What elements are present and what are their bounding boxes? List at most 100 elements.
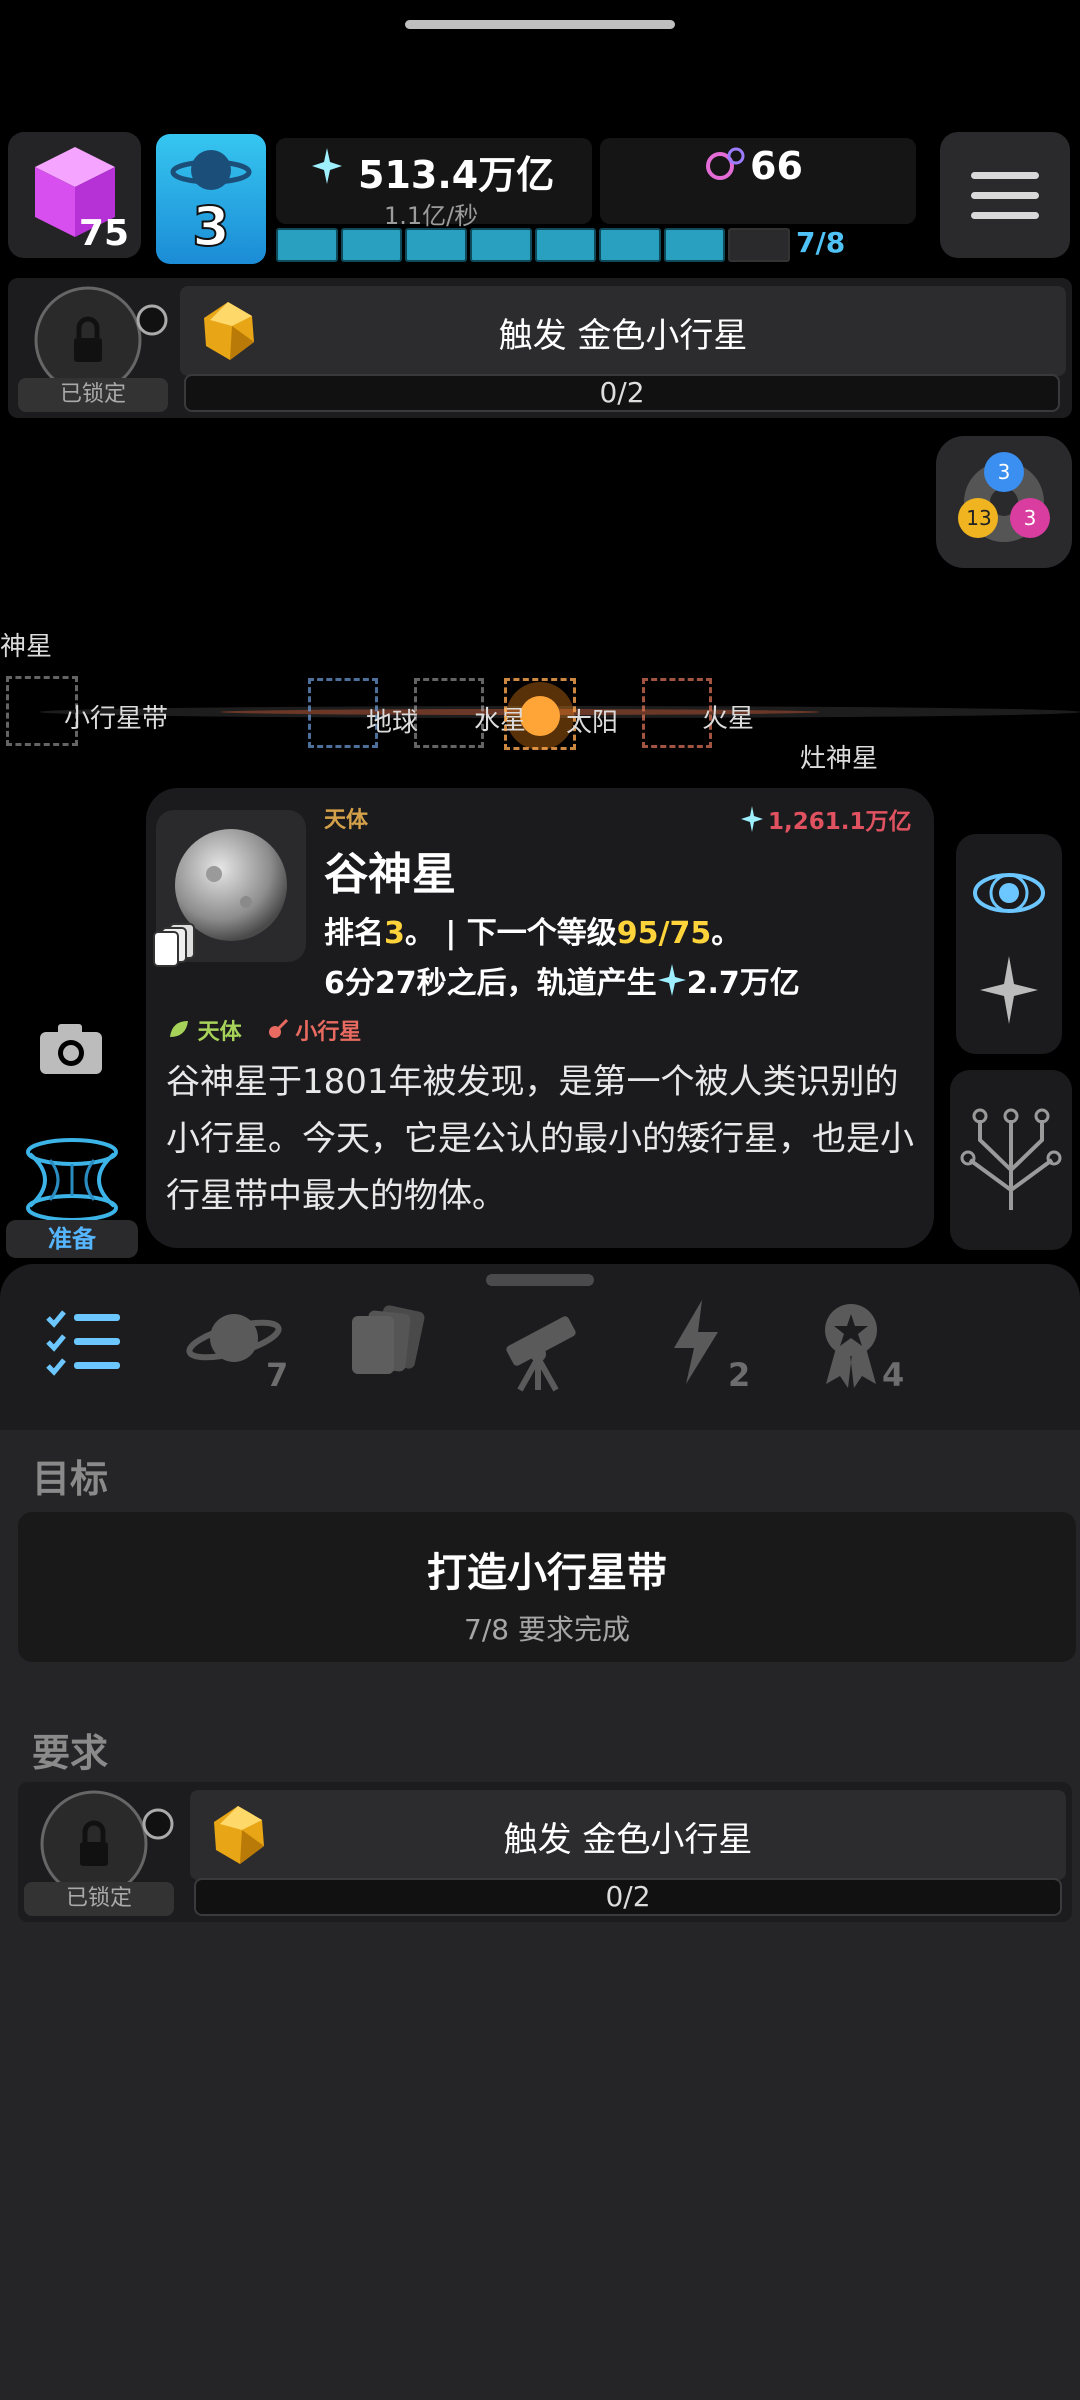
orbit-stat[interactable]: 66 [600,138,916,224]
leaf-icon [170,1021,188,1037]
requirement-label: 触发 金色小行星 [503,1820,753,1860]
rank-value: 3 [384,916,405,951]
camera-button[interactable] [38,1020,104,1076]
wormhole-button[interactable]: 准备 [6,1138,138,1258]
planet-level-button[interactable]: 3 [156,134,266,264]
celestial-info-card: 天体 1,261.1万亿 谷神星 排名3。 | 下一个等级95/75。 6分27… [146,788,934,1248]
rank-prefix: 排名 [324,916,384,951]
celestial-type-tag: 天体 [324,808,369,833]
category-badges: 天体 小行星 [168,1014,361,1046]
progress-segment [663,228,726,262]
awards-count: 4 [882,1356,905,1394]
ceres-edge-label: 神星 [0,632,53,662]
goal-title: 打造小行星带 [427,1550,667,1596]
gem-count-gold: 13 [966,506,992,530]
award-icon [825,1304,877,1388]
requirement-progress: 0/2 [184,374,1060,412]
orbit-line-value: 2.7万亿 [686,966,800,1001]
progress-segment [728,228,790,262]
locked-planet-icon [34,286,168,392]
right-tools-panel [956,834,1062,1054]
gem-combo-button[interactable]: 3 13 3 [936,436,1072,568]
locked-tag: 已锁定 [18,378,168,412]
camera-icon [40,1024,102,1074]
requirement-progress: 0/2 [194,1878,1062,1916]
orbit-view-icon [973,873,1045,913]
ceres-thumbnail[interactable] [153,810,306,967]
orbit-value: 66 [750,144,803,188]
sun-label[interactable]: 太阳 [566,702,618,739]
earth-label[interactable]: 地球 [366,702,418,739]
ready-label: 准备 [6,1220,138,1258]
sparkle-icon [657,964,686,996]
celestial-value-text: 1,261.1万亿 [768,809,912,835]
cube-resource[interactable]: 75 [8,132,141,258]
rank-separator: 。 | 下一个等级 [404,916,617,951]
menu-icon-line [971,212,1039,219]
sparkle-icon [741,806,763,832]
cube-count: 75 [78,213,129,254]
badge-asteroid: 小行星 [268,1014,362,1046]
cards-icon [153,923,195,967]
rank-end: 。 [711,916,742,951]
level-progress-bar [276,228,790,262]
top-requirement-row[interactable]: 已锁定 触发 金色小行星 0/2 [8,278,1072,418]
progress-count: 7/8 [796,226,846,259]
tab-cards[interactable] [348,1304,432,1380]
tech-tree-button[interactable] [950,1070,1072,1250]
requirements-section-title: 要求 [32,1731,109,1775]
energy-count: 2 [728,1356,751,1394]
tab-energy[interactable] [666,1298,726,1386]
requirement-label-box: 触发 金色小行星 [180,286,1066,376]
checklist-icon [46,1310,120,1376]
progress-segment [534,228,597,262]
wormhole-icon [26,1138,118,1222]
meteor-icon [268,1018,288,1038]
orbit-icon [706,147,745,180]
bottom-tab-bar: 7 2 4 [0,1264,1080,1432]
requirement-label: 触发 金色小行星 [498,316,748,356]
planet-level-number: 3 [191,194,231,259]
menu-icon [971,172,1039,179]
telescope-icon [506,1316,576,1392]
vesta-label[interactable]: 灶神星 [800,738,878,775]
goal-section-title: 目标 [32,1457,109,1501]
menu-button[interactable] [940,132,1070,258]
badge-asteroid-label: 小行星 [295,1020,362,1045]
saturn-icon [170,150,252,190]
tech-tree-icon [960,1108,1062,1210]
orbit-line-prefix: 6分27秒之后，轨道产生 [324,966,657,1001]
requirement-label-box: 触发 金色小行星 [190,1790,1066,1880]
celestial-description: 谷神星于1801年被发现，是第一个被人类识别的小行星。今天，它是公认的最小的矮行… [166,1062,914,1216]
progress-segment [340,228,403,262]
celestial-name: 谷神星 [324,849,456,900]
stardust-stat[interactable]: 513.4万亿 1.1亿/秒 [276,138,592,230]
star-button[interactable] [976,952,1042,1028]
tab-telescope[interactable] [492,1294,592,1394]
badge-body-label: 天体 [197,1020,242,1045]
badge-body: 天体 [168,1014,242,1046]
stardust-rate: 1.1亿/秒 [384,202,479,230]
locked-tag: 已锁定 [24,1882,174,1916]
sparkle-icon [312,148,342,184]
tab-goals[interactable] [40,1296,130,1386]
orbit-line: 6分27秒之后，轨道产生 2.7万亿 [324,958,800,1002]
tab-awards[interactable] [818,1298,884,1388]
asteroid-belt-label[interactable]: 小行星带 [64,698,168,735]
orbit-view-button[interactable] [970,854,1048,932]
celestial-value: 1,261.1万亿 [740,802,912,836]
gem-count-blue: 3 [997,460,1011,484]
requirement-row[interactable]: 已锁定 触发 金色小行星 0/2 [18,1782,1072,1922]
tab-indicator [486,1274,594,1286]
stardust-value: 513.4万亿 [358,153,555,197]
planets-count: 7 [266,1356,289,1394]
mars-label[interactable]: 火星 [702,698,754,735]
goal-card[interactable]: 打造小行星带 7/8 要求完成 [18,1512,1076,1662]
goal-subtitle: 7/8 要求完成 [464,1613,630,1646]
star-icon [980,956,1038,1024]
progress-segment [276,228,338,262]
cards-tab-icon [352,1305,425,1374]
gem-count-pink: 3 [1023,506,1037,530]
menu-icon-line [971,192,1039,199]
progress-segment [405,228,467,262]
